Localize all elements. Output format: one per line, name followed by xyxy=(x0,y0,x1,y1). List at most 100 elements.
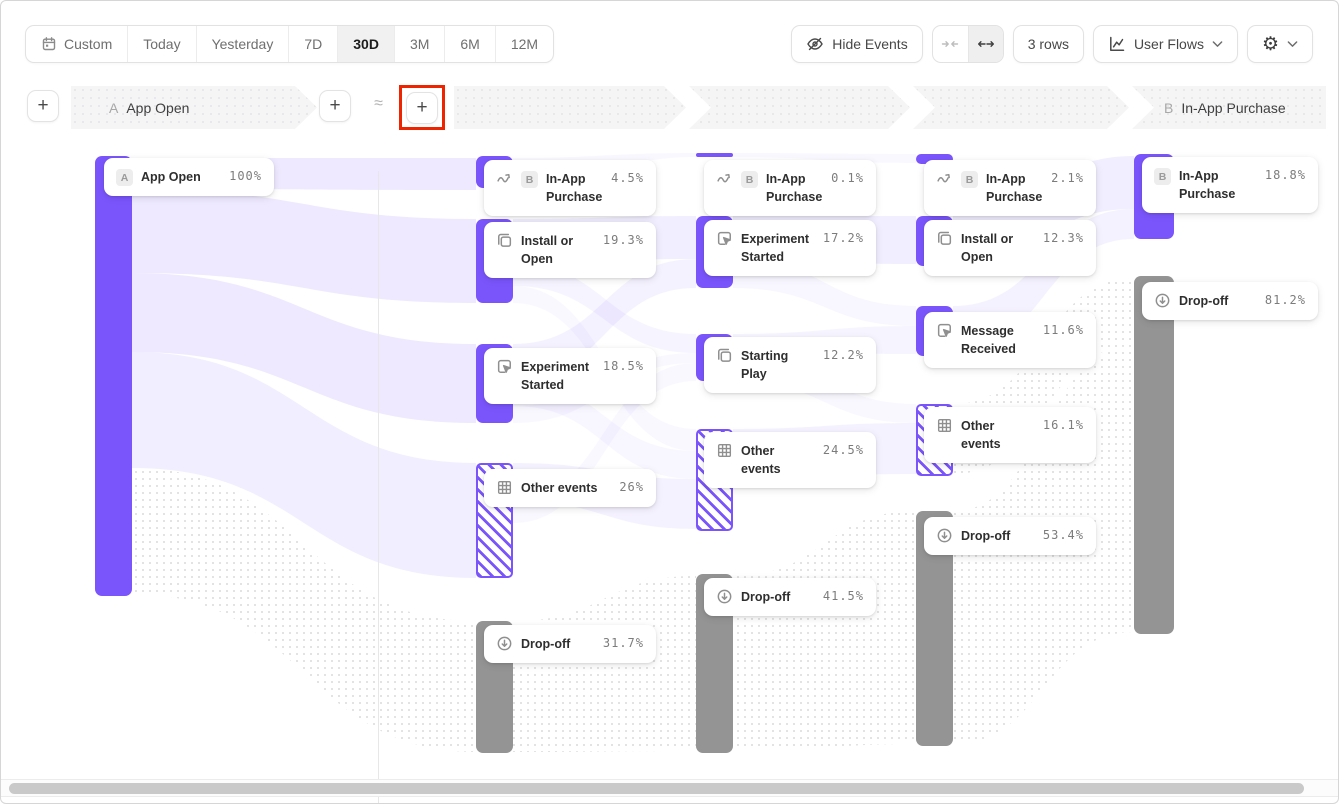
step-header-row: + A App Open + B In-App Purchase xyxy=(1,86,1339,129)
step-band-a[interactable]: A App Open xyxy=(71,86,317,129)
flow-node-label: Message Received xyxy=(961,322,1035,358)
flow-node-label: Experiment Started xyxy=(741,230,815,266)
arrows-outward-icon xyxy=(977,38,995,50)
flow-node-card[interactable]: Drop-off81.2% xyxy=(1142,282,1318,320)
click-icon xyxy=(936,322,953,339)
flow-node-percent: 53.4% xyxy=(1043,528,1084,542)
step-band-2[interactable] xyxy=(454,86,686,129)
date-range-30d[interactable]: 30D xyxy=(337,26,394,62)
flow-node-card[interactable]: Starting Play 12.2% xyxy=(704,337,876,393)
date-range-12m[interactable]: 12M xyxy=(495,26,553,62)
flow-node-bar[interactable] xyxy=(1134,276,1174,634)
flow-ribbon xyxy=(132,468,476,752)
collapse-columns-button[interactable] xyxy=(933,26,968,62)
step-band-3[interactable] xyxy=(689,86,910,129)
date-range-label: Today xyxy=(143,36,180,52)
pane-divider xyxy=(378,171,379,804)
flow-node-card[interactable]: Drop-off53.4% xyxy=(924,517,1096,555)
chevron-down-icon xyxy=(1287,40,1298,48)
copy-icon xyxy=(936,230,953,247)
dropoff-icon xyxy=(716,588,733,605)
view-type-dropdown[interactable]: User Flows xyxy=(1093,25,1238,63)
gear-icon: ⚙ xyxy=(1262,35,1279,54)
flow-node-percent: 12.2% xyxy=(823,348,864,362)
flow-node-card[interactable]: Other events16.1% xyxy=(924,407,1096,463)
flow-node-label: Experiment Started xyxy=(521,358,595,394)
flow-node-percent: 100% xyxy=(229,169,262,183)
date-range-label: 30D xyxy=(353,36,379,52)
flow-node-label: Starting Play xyxy=(741,347,815,383)
flow-node-percent: 4.5% xyxy=(611,171,644,185)
rows-count-button[interactable]: 3 rows xyxy=(1013,25,1084,63)
date-range-3m[interactable]: 3M xyxy=(394,26,444,62)
settings-dropdown[interactable]: ⚙ xyxy=(1247,25,1313,63)
flow-node-label: Install or Open xyxy=(961,230,1035,266)
flow-node-label: In-App Purchase xyxy=(1179,167,1257,203)
flow-node-card[interactable]: BIn-App Purchase4.5% xyxy=(484,160,656,216)
flow-node-card[interactable]: Message Received11.6% xyxy=(924,312,1096,368)
chevron-down-icon xyxy=(1212,40,1223,48)
step-band-4[interactable] xyxy=(913,86,1129,129)
arrows-inward-icon xyxy=(941,38,959,50)
flow-node-card[interactable]: Install or Open 12.3% xyxy=(924,220,1096,276)
flow-node-card[interactable]: Other events24.5% xyxy=(704,432,876,488)
flow-node-percent: 18.8% xyxy=(1265,168,1306,182)
flow-node-bar[interactable] xyxy=(95,156,132,596)
date-range-today[interactable]: Today xyxy=(127,26,195,62)
add-step-button-left[interactable]: + xyxy=(27,90,59,122)
flows-chart-icon xyxy=(1108,35,1126,53)
step-letter-badge: B xyxy=(521,171,538,188)
flow-node-card[interactable]: Other events26% xyxy=(484,469,656,507)
calendar-icon xyxy=(41,36,57,52)
flow-node-card[interactable]: Experiment Started 18.5% xyxy=(484,348,656,404)
trend-icon xyxy=(716,170,733,187)
flow-node-label: Other events xyxy=(961,417,1035,453)
expand-columns-button[interactable] xyxy=(968,26,1003,62)
grid-icon xyxy=(716,442,733,459)
flow-node-bar[interactable] xyxy=(696,153,733,157)
eye-off-icon xyxy=(806,35,824,53)
flow-node-card[interactable]: Drop-off31.7% xyxy=(484,625,656,663)
flow-node-card[interactable]: Experiment Started 17.2% xyxy=(704,220,876,276)
flow-ribbon xyxy=(132,189,476,303)
date-range-7d[interactable]: 7D xyxy=(288,26,337,62)
flow-node-label: Drop-off xyxy=(1179,292,1257,310)
step-letter-badge: A xyxy=(116,169,133,186)
flow-node-card[interactable]: BIn-App Purchase2.1% xyxy=(924,160,1096,216)
flow-node-label: Drop-off xyxy=(741,588,815,606)
user-flows-report: Custom Today Yesterday7D 30D 3M 6M 12M Hide Ev… xyxy=(0,0,1339,804)
flow-node-card[interactable]: Drop-off41.5% xyxy=(704,578,876,616)
flow-node-percent: 19.3% xyxy=(603,233,644,247)
click-icon xyxy=(496,358,513,375)
copy-icon xyxy=(496,232,513,249)
flow-node-card[interactable]: BIn-App Purchase0.1% xyxy=(704,160,876,216)
date-range-yesterday[interactable]: Yesterday xyxy=(196,26,289,62)
flow-node-percent: 12.3% xyxy=(1043,231,1084,245)
add-step-button-after-a[interactable]: + xyxy=(319,90,351,122)
hide-events-label: Hide Events xyxy=(832,36,907,52)
flow-node-percent: 31.7% xyxy=(603,636,644,650)
step-band-b[interactable]: B In-App Purchase xyxy=(1132,86,1326,129)
date-range-label: Custom xyxy=(64,36,112,52)
dropoff-icon xyxy=(496,635,513,652)
flow-ribbon xyxy=(513,576,696,752)
flow-node-card[interactable]: BIn-App Purchase18.8% xyxy=(1142,157,1318,213)
flow-node-percent: 17.2% xyxy=(823,231,864,245)
dropoff-icon xyxy=(936,527,953,544)
horizontal-scrollbar-thumb[interactable] xyxy=(9,783,1304,794)
trend-icon xyxy=(936,170,953,187)
flow-node-label: Install or Open xyxy=(521,232,595,268)
view-type-label: User Flows xyxy=(1134,36,1204,52)
flow-node-percent: 18.5% xyxy=(603,359,644,373)
collapse-expand-toggle xyxy=(932,25,1004,63)
add-step-button-highlighted[interactable]: + xyxy=(406,92,438,124)
date-range-custom[interactable]: Custom xyxy=(26,26,127,62)
flow-node-label: In-App Purchase xyxy=(766,170,823,206)
flow-node-card[interactable]: AApp Open100% xyxy=(104,158,274,196)
flow-node-card[interactable]: Install or Open 19.3% xyxy=(484,222,656,278)
date-range-6m[interactable]: 6M xyxy=(444,26,494,62)
toolbar-right-group: Hide Events 3 rows xyxy=(791,25,1313,63)
date-range-label: 6M xyxy=(460,36,479,52)
hide-events-button[interactable]: Hide Events xyxy=(791,25,922,63)
step-letter-badge: B xyxy=(961,171,978,188)
